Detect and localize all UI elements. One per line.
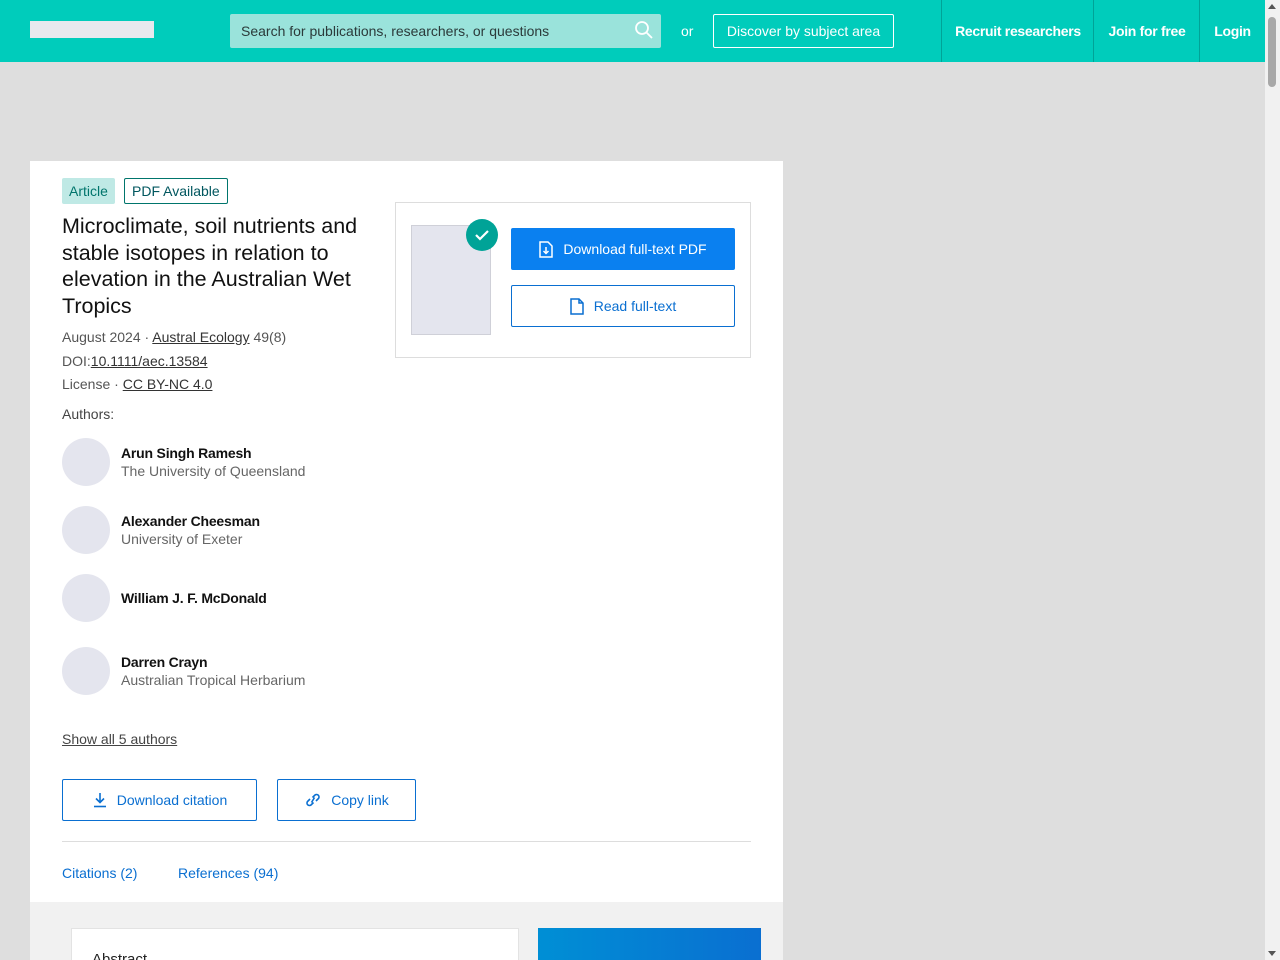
author-institution: The University of Queensland [121,463,306,479]
avatar[interactable] [62,574,110,622]
download-citation-button[interactable]: Download citation [62,779,257,821]
nav-join-for-free[interactable]: Join for free [1093,0,1200,62]
scroll-down-arrow-icon[interactable] [1268,951,1276,956]
author-name[interactable]: Arun Singh Ramesh [121,445,252,461]
author-item[interactable]: Darren Crayn Australian Tropical Herbari… [62,647,382,695]
site-logo[interactable] [30,21,154,38]
download-icon [93,793,106,808]
read-fulltext-label: Read full-text [593,298,677,314]
download-pdf-label: Download full-text PDF [563,241,707,257]
avatar[interactable] [62,647,110,695]
pdf-available-badge: PDF Available [124,178,228,204]
discover-subject-button[interactable]: Discover by subject area [713,14,894,48]
doi-line: DOI:10.1111/aec.13584 [62,353,208,369]
scroll-up-arrow-icon[interactable] [1268,4,1276,9]
top-header: Search for publications, researchers, or… [0,0,1265,62]
link-icon [306,793,320,807]
scroll-thumb[interactable] [1268,17,1276,87]
section-divider [62,841,751,842]
publication-date: August 2024 · [62,329,153,345]
journal-volume: 49(8) [249,329,287,345]
promo-banner[interactable] [538,928,761,960]
doi-label: DOI: [62,353,91,369]
page-scrollbar[interactable] [1265,0,1280,960]
copy-link-label: Copy link [331,792,389,808]
search-input[interactable]: Search for publications, researchers, or… [241,23,549,39]
journal-link[interactable]: Austral Ecology [152,329,249,345]
content-area: Abstract [30,902,783,960]
license-link[interactable]: CC BY-NC 4.0 [123,376,213,392]
authors-label: Authors: [62,406,115,422]
tab-citations[interactable]: Citations (2) [62,865,137,881]
doi-link[interactable]: 10.1111/aec.13584 [91,353,208,369]
download-fulltext-pdf-button[interactable]: Download full-text PDF [511,228,735,270]
copy-link-button[interactable]: Copy link [277,779,416,821]
author-name[interactable]: Darren Crayn [121,654,208,670]
article-type-badge: Article [62,178,115,204]
license-label: License · [62,376,123,392]
tab-references[interactable]: References (94) [178,865,278,881]
author-institution: Australian Tropical Herbarium [121,672,306,688]
search-icon[interactable] [634,20,654,40]
publication-title: Microclimate, soil nutrients and stable … [62,214,358,318]
author-name[interactable]: William J. F. McDonald [121,590,267,606]
publication-date-journal: August 2024 · Austral Ecology 49(8) [62,329,286,345]
author-item[interactable]: Alexander Cheesman University of Exeter [62,506,382,554]
publication-card: Article PDF Available Microclimate, soil… [30,161,783,960]
show-all-authors-link[interactable]: Show all 5 authors [62,731,177,747]
nav-login[interactable]: Login [1199,0,1265,62]
file-icon [570,297,584,315]
abstract-heading: Abstract [92,951,148,960]
author-item[interactable]: William J. F. McDonald [62,574,382,622]
checkmark-icon [466,219,498,251]
license-line: License · CC BY-NC 4.0 [62,376,212,392]
download-citation-label: Download citation [116,792,228,808]
author-name[interactable]: Alexander Cheesman [121,513,260,529]
search-box[interactable]: Search for publications, researchers, or… [230,14,661,48]
pdf-file-download-icon [539,240,554,258]
avatar[interactable] [62,506,110,554]
read-fulltext-button[interactable]: Read full-text [511,285,735,327]
abstract-card: Abstract [71,928,519,960]
author-item[interactable]: Arun Singh Ramesh The University of Quee… [62,438,382,486]
avatar[interactable] [62,438,110,486]
fulltext-panel: Download full-text PDF Read full-text [395,202,751,358]
or-separator: or [681,23,694,39]
author-institution: University of Exeter [121,531,243,547]
nav-recruit-researchers[interactable]: Recruit researchers [941,0,1094,62]
